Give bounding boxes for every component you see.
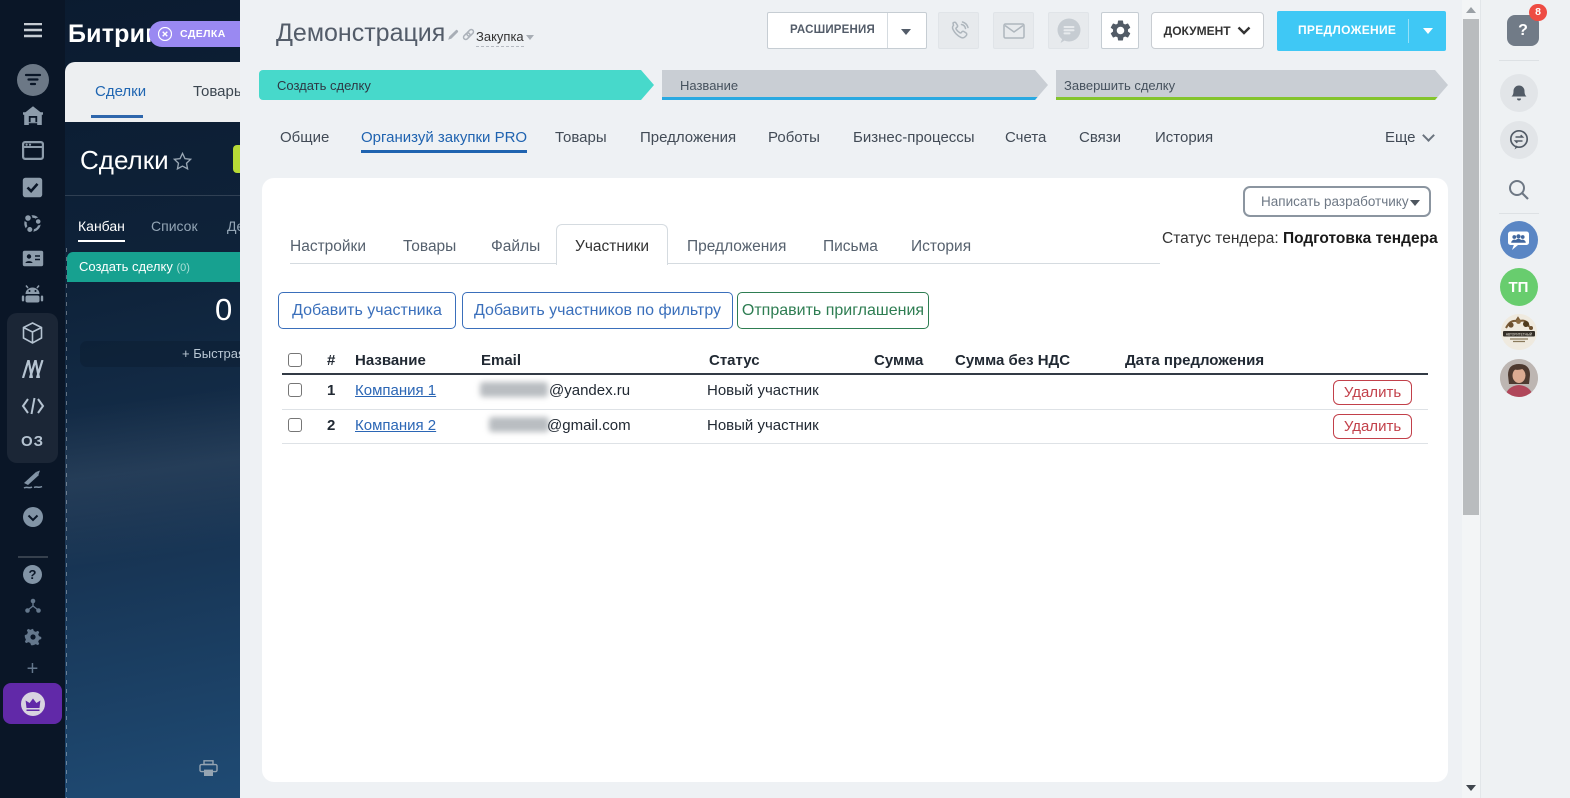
svg-text:?: ?	[29, 567, 37, 582]
svg-text:АВТОРИТЕТНЫЙ: АВТОРИТЕТНЫЙ	[1505, 332, 1532, 336]
